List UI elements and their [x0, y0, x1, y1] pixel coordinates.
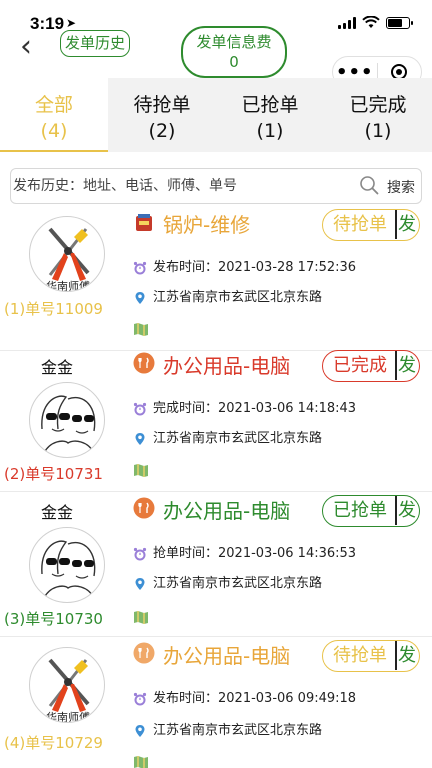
office-supplies-icon	[133, 642, 155, 664]
time-text: 发布时间：2021-03-06 09:49:18	[153, 691, 357, 706]
order-number: (2)单号10731	[4, 465, 103, 483]
wifi-icon	[362, 16, 380, 28]
tab-label: 待抢单	[133, 94, 191, 116]
couple-sunglasses-avatar-image	[41, 395, 96, 454]
status-text: 待抢单	[333, 214, 387, 235]
search-bar: 搜索	[10, 168, 422, 204]
location-pin-icon	[133, 577, 147, 591]
signal-icon	[338, 16, 356, 29]
order-number: (4)单号10729	[4, 734, 103, 752]
map-icon[interactable]	[133, 610, 149, 624]
category-title: 办公用品-电脑	[163, 644, 291, 668]
status-suffix: 发	[398, 214, 416, 235]
status-text: 已抢单	[333, 500, 387, 521]
status-time: 3:19	[30, 14, 65, 33]
order-number: (1)单号11009	[4, 300, 103, 318]
office-supplies-icon	[133, 352, 155, 374]
tab-all[interactable]: 全部 (4)	[0, 78, 108, 152]
address-text: 江苏省南京市玄武区北京东路	[153, 431, 323, 446]
location-pin-icon	[133, 724, 147, 738]
tab-label: 已抢单	[241, 94, 299, 116]
address-row: 江苏省南京市玄武区北京东路	[133, 721, 322, 741]
order-item[interactable]: 金金 (2)单号10731 办公用品-电脑 已完成 发 完成时间：2021-03…	[0, 347, 432, 492]
time-row: 抢单时间：2021-03-06 14:36:53	[133, 544, 356, 564]
time-row: 完成时间：2021-03-06 14:18:43	[133, 399, 356, 419]
time-row: 发布时间：2021-03-06 09:49:18	[133, 689, 356, 709]
location-pin-icon	[133, 291, 147, 305]
order-item[interactable]: 华南师傅 (1)单号11009 锅炉-维修 待抢单 发 发布时间：2021-03…	[0, 206, 432, 351]
map-icon[interactable]	[133, 755, 149, 768]
clock-icon	[133, 261, 147, 275]
map-icon[interactable]	[133, 322, 149, 336]
address-text: 江苏省南京市玄武区北京东路	[153, 290, 323, 305]
clock-icon	[133, 547, 147, 561]
status-suffix: 发	[398, 500, 416, 521]
fee-value: 0	[229, 53, 239, 71]
tab-count: (4)	[40, 120, 68, 142]
history-button[interactable]: 发单历史	[60, 30, 130, 57]
tab-pending[interactable]: 待抢单 (2)	[108, 78, 216, 152]
customer-name: 金金	[40, 358, 73, 377]
couple-sunglasses-avatar-image	[41, 540, 96, 599]
tab-label: 全部	[34, 94, 73, 116]
time-text: 抢单时间：2021-03-06 14:36:53	[153, 546, 357, 561]
battery-icon	[386, 16, 413, 29]
status-badge[interactable]: 待抢单 发	[322, 640, 420, 672]
address-row: 江苏省南京市玄武区北京东路	[133, 574, 322, 594]
status-text: 已完成	[333, 355, 387, 376]
category-title: 办公用品-电脑	[163, 499, 291, 523]
status-badge[interactable]: 已完成 发	[322, 350, 420, 382]
status-indicators	[338, 16, 413, 29]
address-row: 江苏省南京市玄武区北京东路	[133, 429, 322, 449]
back-button[interactable]: ‹	[20, 32, 32, 62]
location-pin-icon	[133, 432, 147, 446]
map-icon[interactable]	[133, 463, 149, 477]
tab-grabbed[interactable]: 已抢单 (1)	[216, 78, 324, 152]
avatar-shop-text: 华南师傅	[46, 710, 90, 723]
boiler-icon	[136, 214, 152, 231]
fee-label: 发单信息费	[196, 33, 272, 51]
status-suffix: 发	[398, 645, 416, 666]
status-badge[interactable]: 已抢单 发	[322, 495, 420, 527]
order-item[interactable]: 金金 (3)单号10730 办公用品-电脑 已抢单 发 抢单时间：2021-03…	[0, 492, 432, 637]
address-row: 江苏省南京市玄武区北京东路	[133, 288, 322, 308]
tab-completed[interactable]: 已完成 (1)	[324, 78, 432, 152]
status-badge[interactable]: 待抢单 发	[322, 209, 420, 241]
status-text: 待抢单	[333, 645, 387, 666]
tab-count: (2)	[148, 120, 176, 142]
tools-avatar-image: 华南师傅	[46, 658, 90, 723]
time-text: 完成时间：2021-03-06 14:18:43	[153, 401, 357, 416]
location-arrow-icon: ➤	[66, 16, 77, 30]
office-supplies-icon	[133, 497, 155, 519]
tools-avatar-image: 华南师傅	[46, 227, 90, 292]
time-text: 发布时间：2021-03-28 17:52:36	[153, 260, 357, 275]
time-row: 发布时间：2021-03-28 17:52:36	[133, 258, 356, 278]
avatar-shop-text: 华南师傅	[46, 279, 90, 292]
search-input[interactable]	[11, 169, 351, 203]
status-suffix: 发	[398, 355, 416, 376]
search-button[interactable]: 搜索	[387, 177, 415, 197]
avatar	[29, 527, 105, 603]
avatar	[29, 382, 105, 458]
tab-bar: 全部 (4) 待抢单 (2) 已抢单 (1) 已完成 (1)	[0, 78, 432, 152]
tab-label: 已完成	[349, 94, 407, 116]
address-text: 江苏省南京市玄武区北京东路	[153, 576, 323, 591]
avatar: 华南师傅	[29, 647, 105, 723]
order-number: (3)单号10730	[4, 610, 103, 628]
clock-icon	[133, 692, 147, 706]
fee-button[interactable]: 发单信息费 0	[181, 26, 287, 78]
clock-icon	[133, 402, 147, 416]
search-icon[interactable]	[359, 175, 379, 195]
customer-name: 金金	[40, 503, 73, 522]
avatar: 华南师傅	[29, 216, 105, 292]
tab-count: (1)	[256, 120, 284, 142]
category-title: 锅炉-维修	[163, 213, 251, 237]
address-text: 江苏省南京市玄武区北京东路	[153, 723, 323, 738]
order-item[interactable]: 华南师傅 (4)单号10729 办公用品-电脑 待抢单 发 发布时间：2021-…	[0, 637, 432, 768]
category-title: 办公用品-电脑	[163, 354, 291, 378]
tab-count: (1)	[364, 120, 392, 142]
